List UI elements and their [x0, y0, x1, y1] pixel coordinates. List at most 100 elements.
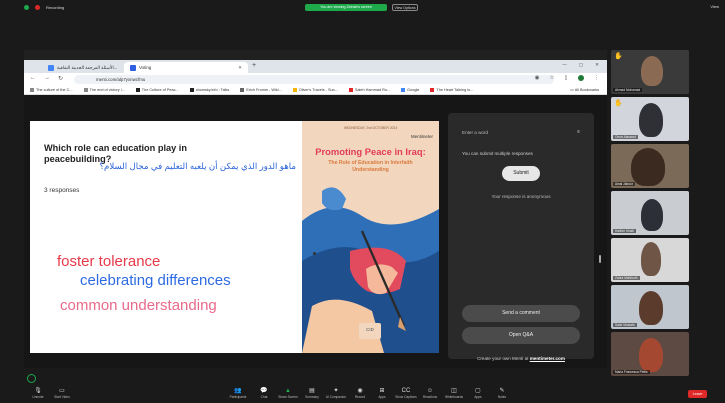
- shared-screen: الأسئلة المرجعة الحديثة الثقافية... Voti…: [24, 50, 607, 368]
- minimize-icon[interactable]: —: [562, 62, 567, 68]
- mentimeter-page: Which role can education play in peacebu…: [24, 95, 607, 368]
- bookmark-item[interactable]: Oliver's Travels - Sun...: [292, 87, 338, 92]
- microphone-icon: 🎙: [34, 388, 42, 394]
- word-input-placeholder: Enter a word: [462, 130, 489, 135]
- participant-video: [639, 103, 663, 137]
- record-button[interactable]: ◉ Record: [348, 387, 372, 399]
- participant-tile[interactable]: Haithm Khalil: [611, 191, 689, 235]
- bookmark-item[interactable]: The Culture of Peac...: [135, 87, 179, 92]
- close-window-icon[interactable]: ✕: [595, 62, 599, 68]
- participant-tile[interactable]: ✋ Omar Alaswad: [611, 97, 689, 141]
- tab-label: الأسئلة المرجعة الحديثة الثقافية...: [57, 64, 118, 70]
- bookmark-item[interactable]: Google: [401, 87, 419, 92]
- doc-favicon-icon: [48, 64, 54, 71]
- menu-icon[interactable]: ⋮: [594, 75, 600, 81]
- tab-voting[interactable]: Voting ✕: [124, 62, 248, 73]
- scrollbar[interactable]: [599, 255, 601, 263]
- bookmark-item[interactable]: Erich Fromm - Wiki...: [240, 87, 282, 92]
- apps-button[interactable]: ▢ Apps: [466, 387, 490, 399]
- poster-brand: Mentimeter: [411, 134, 433, 139]
- star-icon[interactable]: ☆: [550, 75, 555, 81]
- view-options-button[interactable]: View Options: [392, 4, 418, 11]
- reload-icon[interactable]: ↻: [58, 75, 63, 82]
- browser-tab-strip: الأسئلة المرجعة الحديثة الثقافية... Voti…: [24, 60, 607, 73]
- mouse-cursor: [313, 252, 316, 255]
- bookmark-item[interactable]: Saleh Hammad Ro...: [348, 87, 390, 92]
- browser-address-bar: ← → ↻ menti.com/alp7yxnwcfmu ◉ ☆ ▯ ⋮: [24, 73, 607, 85]
- participants-icon: 👥: [234, 388, 242, 394]
- start-video-button[interactable]: ▭ Start Video: [50, 387, 74, 399]
- wikipedia-icon: [240, 87, 245, 92]
- video-icon: ▭: [59, 388, 65, 394]
- participant-tile[interactable]: Amal Jaboor: [611, 144, 689, 188]
- close-icon[interactable]: ✕: [238, 65, 242, 71]
- participant-tile[interactable]: Maria Francesca Pettis: [611, 332, 689, 376]
- google-icon: [401, 87, 406, 92]
- profile-avatar[interactable]: [577, 75, 584, 81]
- participant-video: [641, 56, 663, 86]
- participant-name: Maria Francesca Pettis: [613, 370, 650, 374]
- nav-controls: ← → ↻: [30, 75, 63, 82]
- word-cloud-item: celebrating differences: [80, 272, 231, 289]
- bookmarks-bar: The culture of the C... The end of victo…: [24, 85, 607, 95]
- participant-tile[interactable]: Zahra Mahfouth: [611, 238, 689, 282]
- participant-tile[interactable]: Sahir Mostafa: [611, 285, 689, 329]
- back-icon[interactable]: ←: [30, 75, 36, 82]
- notes-icon: ✎: [499, 388, 505, 394]
- summary-button[interactable]: ▤ Summary: [300, 387, 324, 399]
- share-screen-button[interactable]: ▲ Share Screen: [276, 387, 300, 399]
- eye-icon[interactable]: ◉: [535, 75, 540, 81]
- send-comment-button[interactable]: Send a comment: [462, 305, 580, 322]
- notes-button[interactable]: ✎ Notes: [490, 387, 514, 399]
- extensions-icon[interactable]: ▯: [564, 75, 567, 81]
- mentimeter-link[interactable]: mentimeter.com: [530, 356, 565, 361]
- participants-button[interactable]: 👥 Participants: [226, 387, 250, 399]
- reactions-icon: ☺: [426, 388, 434, 394]
- participant-video: [631, 148, 665, 186]
- youtube-icon: [348, 87, 353, 92]
- participant-name: Haithm Khalil: [613, 229, 636, 233]
- ai-companion-button[interactable]: ✦ AI Companion: [324, 387, 348, 399]
- apps-icon: ⊞: [379, 388, 385, 394]
- answer-panel: Enter a word ≡ You can submit multiple r…: [448, 113, 594, 361]
- presentation-slide: Which role can education play in peacebu…: [30, 121, 439, 353]
- slide-question-area: Which role can education play in peacebu…: [30, 121, 302, 353]
- multiple-responses-note: You can submit multiple responses: [462, 151, 533, 156]
- bookmark-item[interactable]: The culture of the C...: [30, 87, 73, 92]
- participant-video: [639, 338, 663, 372]
- forward-icon[interactable]: →: [44, 75, 50, 82]
- submit-button[interactable]: Submit: [502, 166, 540, 181]
- bookmark-item[interactable]: chomsky.info : Talks: [189, 87, 229, 92]
- url-input[interactable]: menti.com/alp7yxnwcfmu: [74, 74, 554, 84]
- participant-name: Zahra Mahfouth: [613, 276, 640, 280]
- globe-icon: [83, 87, 88, 92]
- participant-video: [641, 199, 663, 231]
- new-tab-button[interactable]: +: [252, 62, 256, 69]
- apps-icon: ▢: [475, 388, 481, 394]
- question-arabic: ماهو الدور الذي يمكن أن يلعبه التعليم في…: [99, 161, 296, 171]
- reactions-button[interactable]: ☺ Reactions: [418, 387, 442, 399]
- apps-button[interactable]: ⊞ Apps: [370, 387, 394, 399]
- open-qa-button[interactable]: Open Q&A: [462, 327, 580, 344]
- c-icon: [135, 87, 140, 92]
- participant-tile[interactable]: ✋ Ahmad Mohamad: [611, 50, 689, 94]
- leave-button[interactable]: Leave: [688, 390, 707, 398]
- maximize-icon[interactable]: ▢: [579, 62, 583, 68]
- all-bookmarks[interactable]: ▭ All Bookmarks: [570, 87, 599, 92]
- bookmark-item[interactable]: The end of victory i...: [83, 87, 125, 92]
- chat-icon: 💬: [260, 388, 268, 394]
- raised-hand-icon: ✋: [614, 100, 623, 107]
- participant-name: Omar Alaswad: [613, 135, 638, 139]
- chat-button[interactable]: 💬 Chat: [252, 387, 276, 399]
- whiteboards-button[interactable]: ◫ Whiteboards: [442, 387, 466, 399]
- bookmark-item[interactable]: The Heart Talking in...: [430, 87, 473, 92]
- poster-date: WEDNESDAY, 2nd OCTOBER 2024: [343, 126, 398, 130]
- ai-companion-icon: ✦: [333, 388, 339, 394]
- show-captions-button[interactable]: CC Show Captions: [394, 387, 418, 399]
- youtube-icon: [430, 87, 435, 92]
- word-input[interactable]: Enter a word ≡: [462, 125, 584, 140]
- view-button[interactable]: View: [710, 4, 719, 9]
- unmute-button[interactable]: 🎙 Unmute: [26, 387, 50, 399]
- poster-title: Promoting Peace in Iraq:: [315, 146, 426, 157]
- participant-video: [639, 291, 663, 325]
